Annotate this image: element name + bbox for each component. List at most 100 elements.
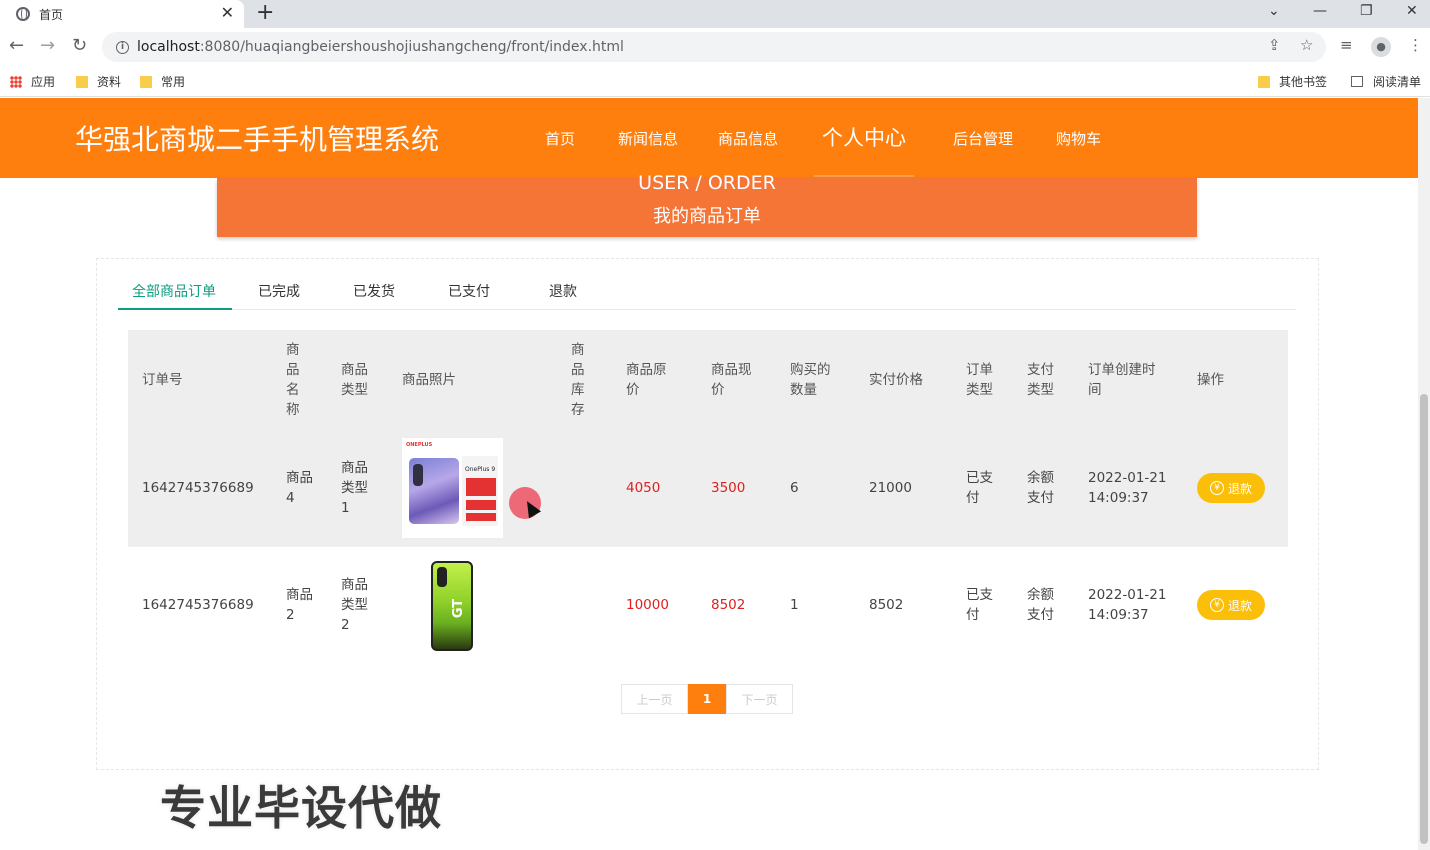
tab-search-icon[interactable]: ⌄ [1268, 0, 1280, 22]
pagination: 上一页 1 下一页 [621, 684, 793, 714]
prev-page-button[interactable]: 上一页 [621, 684, 688, 714]
forward-icon[interactable]: → [40, 36, 55, 56]
address-bar-row: ← → ↻ i localhost:8080/huaqiangbeiershou… [0, 28, 1430, 66]
th-pay-type: 支付类型 [1027, 362, 1054, 398]
nav-news[interactable]: 新闻信息 [618, 128, 678, 149]
cell-created-time: 2022-01-21 14:09:37 [1088, 587, 1167, 623]
product-box-icon: OnePlus 9 [462, 456, 498, 526]
refund-button-label: 退款 [1227, 598, 1252, 613]
bookmark-other[interactable]: 其他书签 [1258, 73, 1327, 90]
cell-product-type: 商品类型1 [341, 460, 368, 516]
cell-order-type: 已支付 [966, 587, 993, 623]
page-banner: USER / ORDER 我的商品订单 [217, 174, 1197, 237]
cell-pay-type: 余额支付 [1027, 470, 1054, 506]
tab-active-indicator [118, 308, 232, 310]
site-info-icon[interactable]: i [116, 40, 129, 54]
refund-button[interactable]: ¥ 退款 [1197, 590, 1265, 620]
close-tab-icon[interactable]: ✕ [221, 3, 234, 22]
bookmark-folder[interactable]: 常用 [140, 73, 185, 90]
nav-admin[interactable]: 后台管理 [953, 128, 1013, 149]
scrollbar-thumb[interactable] [1420, 394, 1428, 844]
tab-title: 首页 [39, 7, 64, 22]
share-icon[interactable]: ⇪ [1268, 36, 1281, 54]
nav-products[interactable]: 商品信息 [718, 128, 778, 149]
cell-order-type: 已支付 [966, 470, 993, 506]
browser-tab-strip: 首页 ✕ + ⌄ — ❐ ✕ [0, 0, 1430, 28]
nav-user-center[interactable]: 个人中心 [822, 122, 906, 152]
cell-pay-type: 余额支付 [1027, 587, 1054, 623]
refund-button-label: 退款 [1227, 481, 1252, 496]
yen-icon: ¥ [1209, 481, 1224, 495]
th-cur-price: 商品现价 [711, 362, 752, 398]
cell-product-name: 商品2 [286, 587, 313, 623]
cell-cur-price: 3500 [711, 480, 746, 496]
url-path: :8080/huaqiangbeiershoushojiushangcheng/… [199, 39, 624, 55]
restore-button[interactable]: ❐ [1360, 0, 1373, 22]
cell-paid-price: 21000 [869, 480, 912, 496]
page-scrollbar[interactable] [1418, 98, 1430, 850]
site-title: 华强北商城二手手机管理系统 [75, 123, 440, 156]
cell-quantity: 6 [790, 480, 799, 496]
table-row: 1642745376689 商品2 商品类型2 10000 8502 1 850… [128, 547, 1288, 663]
tab-shipped[interactable]: 已发货 [353, 281, 395, 301]
cell-product-name: 商品4 [286, 470, 313, 506]
phone-image-icon [409, 458, 459, 524]
nav-active-indicator [814, 175, 914, 177]
product-photo-oneplus: ONEPLUS OnePlus 9 [402, 438, 503, 538]
folder-icon [140, 75, 152, 88]
brand-logo-icon: ONEPLUS [406, 442, 433, 448]
back-icon[interactable]: ← [9, 36, 24, 56]
browser-tab[interactable]: 首页 ✕ [0, 0, 244, 28]
bookmark-label: 其他书签 [1279, 75, 1328, 89]
reading-list-icon[interactable]: ≡ [1340, 36, 1353, 54]
bookmark-reading-list[interactable]: 阅读清单 [1351, 73, 1421, 90]
nav-cart[interactable]: 购物车 [1056, 128, 1101, 149]
th-product-type: 商品类型 [341, 362, 368, 398]
next-page-button[interactable]: 下一页 [726, 684, 793, 714]
bookmark-label: 资料 [97, 75, 122, 89]
th-order-type: 订单类型 [966, 362, 993, 398]
cell-orig-price: 4050 [626, 480, 661, 496]
cell-cur-price: 8502 [711, 597, 746, 613]
bookmark-label: 常用 [161, 75, 186, 89]
th-order-no: 订单号 [142, 372, 183, 388]
th-created-time: 订单创建时间 [1088, 362, 1156, 398]
refund-button[interactable]: ¥ 退款 [1197, 473, 1265, 503]
th-orig-price: 商品原价 [626, 362, 667, 398]
globe-icon [16, 7, 30, 21]
phone-image-icon [431, 561, 473, 651]
reading-list-icon [1351, 76, 1363, 87]
tabs-divider [118, 309, 1296, 310]
apps-grid-icon [10, 75, 22, 88]
reload-icon[interactable]: ↻ [72, 36, 87, 56]
menu-kebab-icon[interactable]: ⋮ [1408, 36, 1423, 54]
url-bar[interactable]: i localhost:8080/huaqiangbeiershoushojiu… [102, 32, 1326, 62]
th-paid-price: 实付价格 [869, 372, 923, 388]
cell-order-no: 1642745376689 [142, 480, 254, 496]
cell-quantity: 1 [790, 597, 799, 613]
tab-refund[interactable]: 退款 [549, 281, 577, 301]
tab-completed[interactable]: 已完成 [258, 281, 300, 301]
th-product-name: 商品名称 [286, 342, 300, 418]
cell-paid-price: 8502 [869, 597, 904, 613]
bookmark-star-icon[interactable]: ☆ [1300, 36, 1313, 54]
tab-all-orders[interactable]: 全部商品订单 [132, 281, 216, 301]
tab-paid[interactable]: 已支付 [448, 281, 490, 301]
th-action: 操作 [1197, 372, 1224, 388]
table-row: 1642745376689 商品4 商品类型1 ONEPLUS OnePlus … [128, 430, 1288, 546]
nav-home[interactable]: 首页 [545, 128, 575, 149]
page-number-current[interactable]: 1 [688, 684, 726, 714]
bookmark-folder[interactable]: 资料 [76, 73, 121, 90]
table-header: 订单号 商品名称 商品类型 商品照片 商品库存 商品原价 商品现价 购买的数量 … [128, 330, 1288, 430]
new-tab-button[interactable]: + [256, 0, 274, 26]
profile-avatar-icon[interactable]: ● [1371, 37, 1391, 57]
order-panel: 全部商品订单 已完成 已发货 已支付 退款 订单号 商品名称 商品类型 商品照片… [96, 258, 1319, 770]
bookmark-apps[interactable]: 应用 [10, 73, 55, 90]
watermark-text: 专业毕设代做 [160, 781, 442, 835]
cell-order-no: 1642745376689 [142, 597, 254, 613]
banner-title-cn: 我的商品订单 [653, 206, 761, 227]
minimize-button[interactable]: — [1313, 0, 1327, 22]
product-photo-realme [431, 561, 475, 651]
close-window-button[interactable]: ✕ [1406, 0, 1418, 22]
th-stock: 商品库存 [571, 342, 585, 418]
